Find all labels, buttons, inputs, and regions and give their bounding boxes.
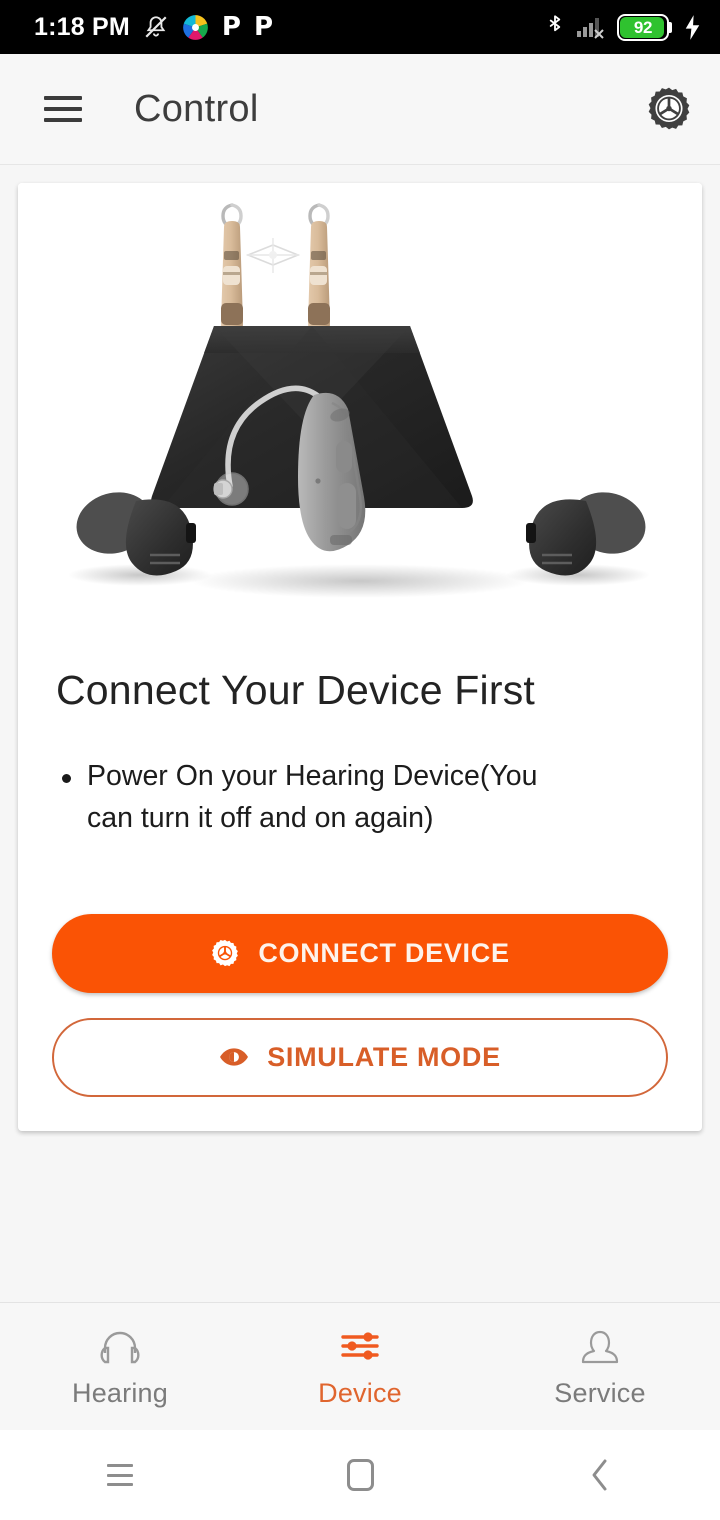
app-p-icon-2: P bbox=[253, 12, 274, 42]
signal-no-sim-icon bbox=[577, 18, 604, 39]
instruction-text: Power On your Hearing Device(You can tur… bbox=[87, 760, 538, 834]
battery-level: 92 bbox=[633, 17, 653, 37]
android-recents-button[interactable] bbox=[0, 1464, 240, 1486]
tab-hearing[interactable]: Hearing bbox=[0, 1303, 240, 1430]
tab-device-label: Device bbox=[318, 1378, 402, 1408]
android-nav-bar bbox=[0, 1430, 720, 1520]
phone-screen: 1:18 PM P P 92 Control Connect Your Devi… bbox=[0, 0, 720, 1520]
bullet-dot-icon bbox=[62, 774, 71, 783]
connect-device-label: CONNECT DEVICE bbox=[258, 937, 510, 968]
person-icon bbox=[577, 1324, 623, 1368]
notifications-muted-icon bbox=[145, 16, 167, 38]
card-actions: CONNECT DEVICE SIMULATE MODE bbox=[18, 840, 702, 1097]
instructions-list: Power On your Hearing Device(You can tur… bbox=[18, 714, 702, 840]
simulate-mode-label: SIMULATE MODE bbox=[267, 1041, 501, 1072]
list-item: Power On your Hearing Device(You can tur… bbox=[62, 756, 658, 840]
status-bar: 1:18 PM P P 92 bbox=[0, 0, 720, 54]
app-bar: Control bbox=[0, 54, 720, 165]
tab-service-label: Service bbox=[554, 1378, 646, 1408]
status-bar-clock: 1:18 PM bbox=[34, 12, 130, 41]
tab-hearing-label: Hearing bbox=[72, 1378, 168, 1408]
bluetooth-icon bbox=[549, 15, 561, 32]
connect-device-button[interactable]: CONNECT DEVICE bbox=[52, 913, 668, 993]
status-bar-right: 92 bbox=[545, 13, 702, 41]
connect-device-card: Connect Your Device First Power On your … bbox=[18, 183, 702, 1131]
bottom-tab-bar: Hearing Device Service bbox=[0, 1302, 720, 1430]
status-bar-left: 1:18 PM P P bbox=[34, 13, 273, 42]
back-chevron-icon bbox=[592, 1459, 607, 1491]
app-bar-actions bbox=[644, 84, 694, 134]
sliders-icon bbox=[337, 1324, 383, 1368]
gear-icon bbox=[212, 940, 239, 967]
product-photo-illustration bbox=[18, 183, 702, 613]
hearing-aids-and-charging-case-image bbox=[18, 183, 702, 613]
page-title: Control bbox=[134, 87, 259, 130]
simulate-mode-button[interactable]: SIMULATE MODE bbox=[52, 1017, 668, 1097]
home-icon bbox=[346, 1459, 374, 1491]
main-content: Connect Your Device First Power On your … bbox=[0, 165, 720, 1302]
tab-device[interactable]: Device bbox=[240, 1303, 480, 1430]
battery-indicator: 92 bbox=[617, 13, 672, 41]
eye-icon bbox=[220, 1048, 249, 1066]
app-p-icon-1: P bbox=[221, 12, 241, 42]
charging-bolt-icon bbox=[685, 14, 700, 40]
tab-service[interactable]: Service bbox=[480, 1303, 720, 1430]
android-back-button[interactable] bbox=[480, 1458, 720, 1492]
recents-icon bbox=[107, 1464, 133, 1486]
bte-hearing-aid-left bbox=[221, 203, 243, 336]
headphones-icon bbox=[97, 1324, 143, 1368]
android-home-button[interactable] bbox=[240, 1459, 480, 1491]
shutter-app-icon bbox=[183, 14, 208, 40]
hamburger-menu-icon[interactable] bbox=[44, 96, 82, 122]
card-heading: Connect Your Device First bbox=[56, 667, 536, 713]
gear-icon[interactable] bbox=[644, 84, 694, 134]
bte-hearing-aid-right bbox=[308, 203, 330, 336]
